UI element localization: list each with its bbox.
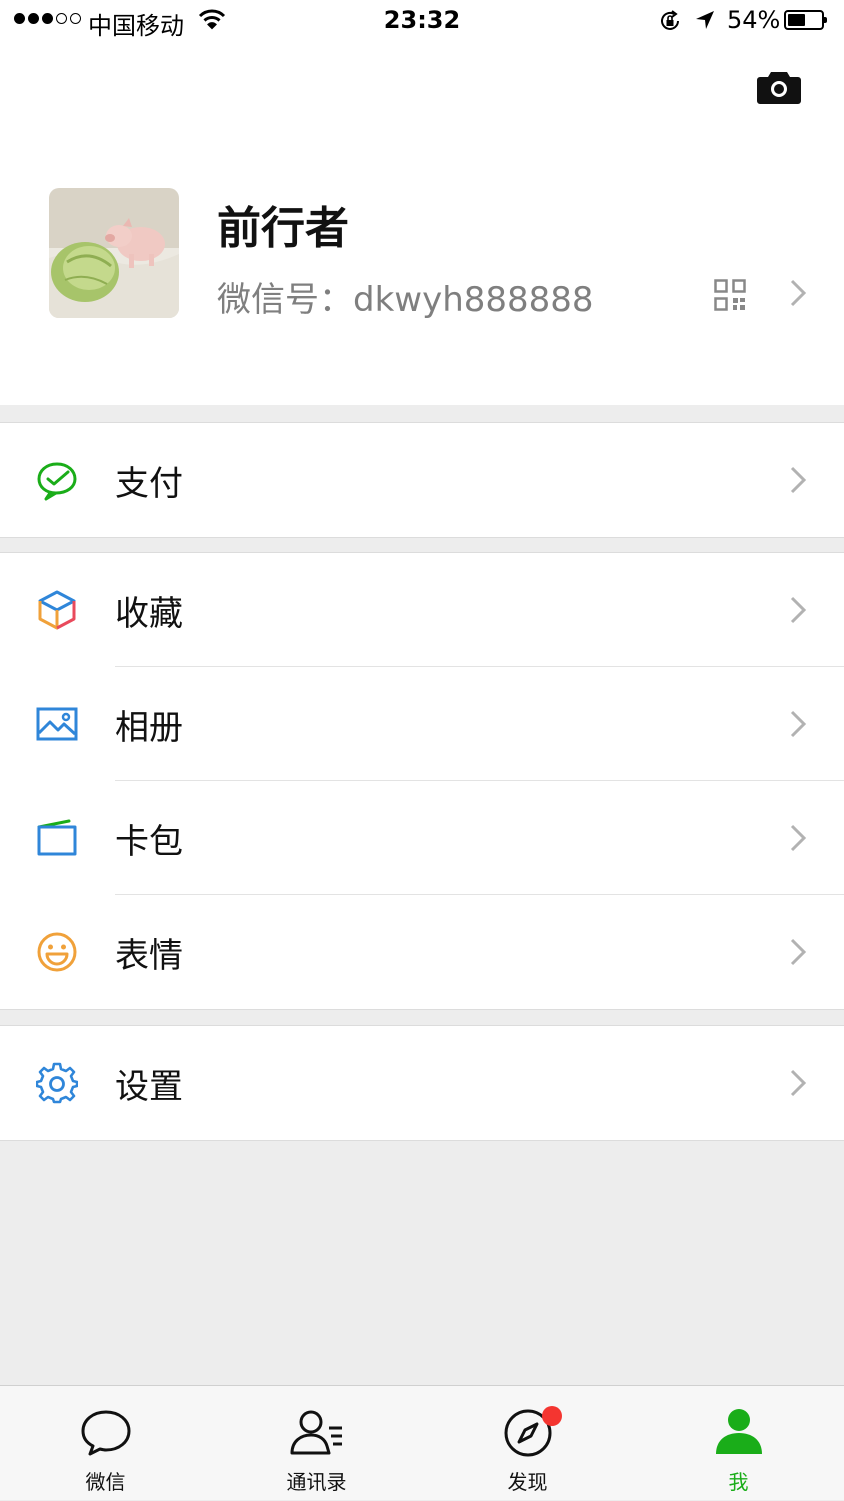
location-arrow-icon (696, 11, 714, 29)
smiley-icon (37, 932, 77, 972)
tab-label-chats: 微信 (85, 1470, 126, 1494)
menu-label-pay: 支付 (115, 464, 183, 504)
battery-icon (784, 10, 827, 30)
section-pay: 支付 (0, 422, 844, 538)
chevron-right-icon (790, 710, 807, 738)
tab-discover[interactable]: 发现 (422, 1386, 633, 1501)
qr-code-icon[interactable] (714, 279, 746, 311)
cube-icon (38, 590, 76, 630)
tab-label-discover: 发现 (507, 1470, 548, 1494)
menu-item-pay[interactable]: 支付 (0, 423, 844, 537)
wechat-id: 微信号：dkwyh888888 (217, 280, 594, 320)
clock: 23:32 (383, 6, 461, 34)
chevron-right-icon (790, 824, 807, 852)
chevron-right-icon (790, 1069, 807, 1097)
chevron-right-icon (790, 596, 807, 624)
tab-bar: 微信 通讯录 发现 我 (0, 1385, 844, 1500)
menu-item-cards[interactable]: 卡包 (0, 781, 844, 895)
menu-label-settings: 设置 (115, 1067, 183, 1107)
chevron-right-icon (790, 279, 807, 307)
menu-item-album[interactable]: 相册 (0, 667, 844, 781)
card-icon (37, 819, 77, 856)
section-settings: 设置 (0, 1025, 844, 1141)
person-icon (715, 1409, 762, 1454)
section-collections: 收藏 相册 卡包 表情 (0, 552, 844, 1010)
menu-item-stickers[interactable]: 表情 (0, 895, 844, 1009)
tab-label-contacts: 通讯录 (286, 1470, 347, 1494)
rotation-lock-icon (661, 10, 679, 30)
menu-item-settings[interactable]: 设置 (0, 1026, 844, 1140)
menu-label-stickers: 表情 (115, 936, 183, 976)
menu-item-favorites[interactable]: 收藏 (0, 553, 844, 667)
status-bar: 中国移动 23:32 54% (0, 0, 844, 44)
wallet-icon (37, 462, 77, 501)
gear-icon (36, 1062, 78, 1104)
contacts-icon (290, 1410, 342, 1455)
menu-label-album: 相册 (115, 708, 183, 748)
avatar[interactable] (49, 188, 179, 318)
tab-me[interactable]: 我 (633, 1386, 844, 1501)
chevron-right-icon (790, 938, 807, 966)
chevron-right-icon (790, 466, 807, 494)
menu-label-favorites: 收藏 (115, 594, 183, 634)
tab-contacts[interactable]: 通讯录 (211, 1386, 422, 1501)
tab-chats[interactable]: 微信 (0, 1386, 211, 1501)
profile-name: 前行者 (217, 203, 349, 254)
profile-header[interactable]: 前行者 微信号：dkwyh888888 (0, 44, 844, 405)
camera-icon[interactable] (756, 68, 802, 106)
battery-percent: 54% (727, 6, 781, 34)
notification-badge (542, 1406, 562, 1426)
image-icon (36, 707, 78, 741)
chat-bubble-icon (81, 1410, 130, 1456)
menu-label-cards: 卡包 (115, 822, 183, 862)
tab-label-me: 我 (728, 1470, 749, 1494)
